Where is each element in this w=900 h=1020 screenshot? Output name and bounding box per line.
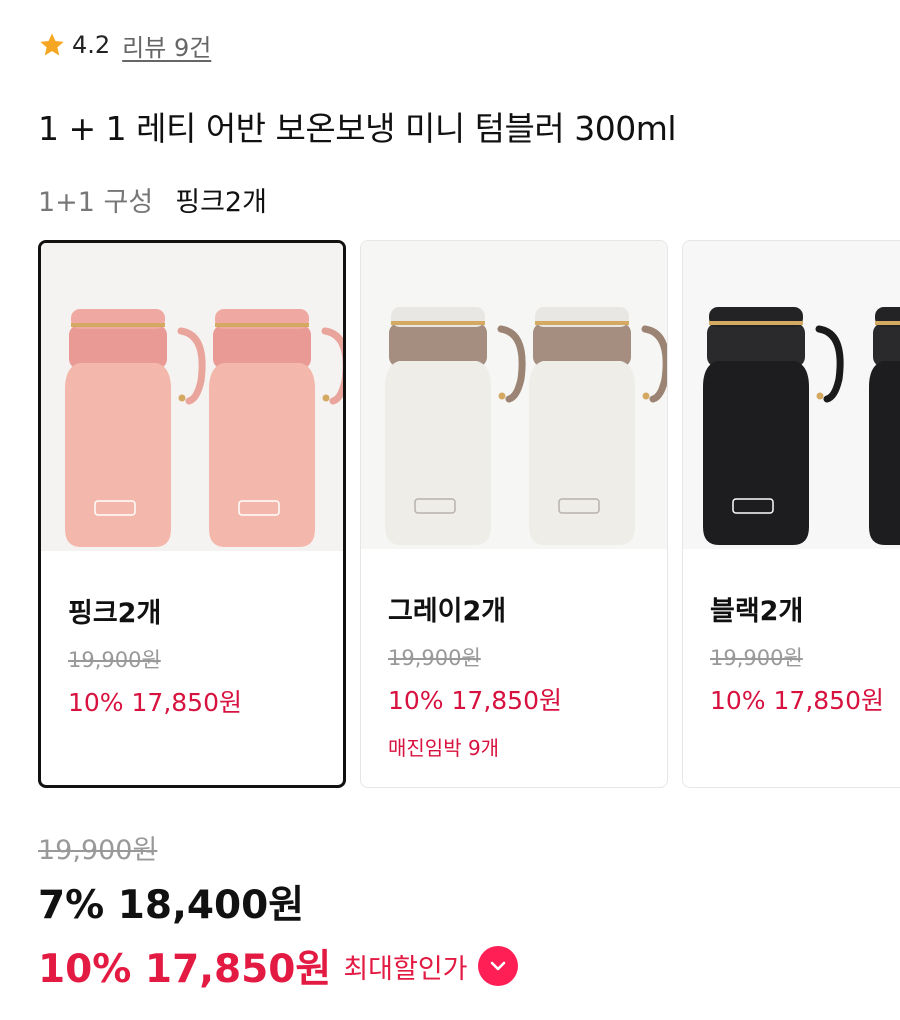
option-card-gray[interactable]: 그레이2개 19,900원 10% 17,850원 매진임박 9개	[360, 240, 668, 788]
max-discount-toggle-button[interactable]	[477, 946, 518, 986]
review-count-link[interactable]: 리뷰 9건	[122, 28, 211, 63]
max-discount-row: 10% 17,850원 최대할인가	[38, 938, 518, 994]
rating-score: 4.2	[72, 31, 111, 59]
tumbler-pair-image	[361, 241, 667, 549]
option-card-name: 그레이2개	[388, 596, 507, 627]
option-selected-value: 핑크2개	[175, 187, 267, 218]
option-card-original-price: 19,900원	[388, 646, 481, 670]
option-card-sale-price: 10% 17,850원	[68, 688, 242, 717]
option-card-stock-note: 매진임박 9개	[388, 736, 500, 760]
option-card-original-price: 19,900원	[68, 648, 161, 672]
option-card-original-price: 19,900원	[710, 646, 803, 670]
tumbler-pair-image	[41, 243, 343, 551]
option-card-name: 블랙2개	[710, 596, 804, 627]
chevron-down-icon	[490, 961, 505, 971]
option-label: 1+1 구성	[38, 187, 154, 218]
option-card-sale-price: 10% 17,850원	[388, 686, 562, 715]
product-title: 1 + 1 레티 어반 보온보냉 미니 텀블러 300ml	[38, 109, 677, 148]
option-selector-header: 1+1 구성 핑크2개	[38, 180, 267, 219]
option-card-pink[interactable]: 핑크2개 19,900원 10% 17,850원	[38, 240, 346, 788]
star-icon	[40, 33, 64, 56]
product-image	[361, 241, 667, 549]
option-card-black[interactable]: 블랙2개 19,900원 10% 17,850원	[682, 240, 900, 788]
max-discount-price: 10% 17,850원	[38, 947, 332, 992]
option-card-sale-price: 10% 17,850원	[710, 686, 884, 715]
tumbler-right	[869, 307, 900, 545]
rating-summary: 4.2 리뷰 9건	[38, 28, 211, 62]
max-discount-label: 최대할인가	[343, 953, 468, 985]
current-price: 7% 18,400원	[38, 883, 305, 928]
product-image	[683, 241, 900, 549]
product-image	[41, 243, 343, 551]
original-price: 19,900원	[38, 835, 158, 866]
option-card-carousel[interactable]: 핑크2개 19,900원 10% 17,850원 그레이2개 19,900원 1…	[38, 240, 900, 788]
tumbler-pair-image	[683, 241, 900, 549]
option-card-name: 핑크2개	[68, 598, 162, 629]
